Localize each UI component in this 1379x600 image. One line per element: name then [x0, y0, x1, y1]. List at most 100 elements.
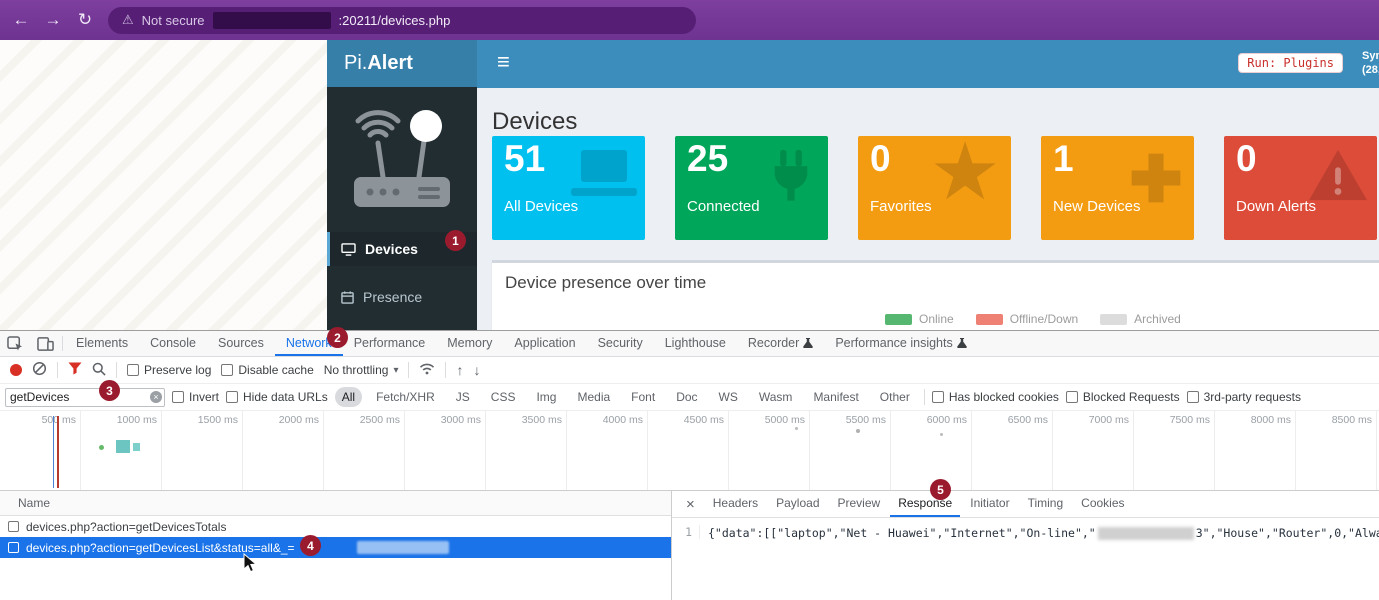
tab-preview[interactable]: Preview: [830, 491, 889, 517]
request-checkbox[interactable]: [8, 542, 19, 553]
request-row-selected[interactable]: devices.php?action=getDevicesList&status…: [0, 537, 671, 558]
checkbox[interactable]: [1187, 391, 1199, 403]
type-filter-fetch-xhr[interactable]: Fetch/XHR: [369, 387, 442, 407]
type-filter-ws[interactable]: WS: [712, 387, 745, 407]
stat-card-favorites[interactable]: 0 Favorites ★: [858, 136, 1011, 240]
close-detail-icon[interactable]: ×: [678, 491, 703, 517]
tab-initiator[interactable]: Initiator: [962, 491, 1017, 517]
tab-lighthouse[interactable]: Lighthouse: [654, 331, 737, 356]
type-filter-font[interactable]: Font: [624, 387, 662, 407]
type-filter-js[interactable]: JS: [449, 387, 477, 407]
timeline-tick: 4000 ms: [567, 411, 648, 490]
third-party-requests-checkbox[interactable]: 3rd-party requests: [1187, 390, 1301, 404]
type-filter-css[interactable]: CSS: [484, 387, 523, 407]
back-button[interactable]: ←: [8, 7, 34, 33]
pialert-sidebar: Pi.Alert Devices Presence: [327, 40, 477, 330]
type-filter-img[interactable]: Img: [529, 387, 563, 407]
clear-filter-icon[interactable]: ×: [150, 391, 162, 403]
requests-table: Name devices.php?action=getDevicesTotals…: [0, 491, 672, 600]
checkbox[interactable]: [172, 391, 184, 403]
brand-logo[interactable]: Pi.Alert: [327, 40, 477, 87]
type-filter-manifest[interactable]: Manifest: [806, 387, 865, 407]
wifi-icon: [419, 363, 435, 375]
stat-card-all-devices[interactable]: 51 All Devices: [492, 136, 645, 240]
tab-timing[interactable]: Timing: [1020, 491, 1072, 517]
import-har-button[interactable]: ↑: [456, 362, 463, 378]
tab-sources[interactable]: Sources: [207, 331, 275, 356]
user-info[interactable]: Sym (28,: [1362, 49, 1379, 77]
network-conditions-button[interactable]: [419, 363, 435, 378]
name-column-header[interactable]: Name: [0, 491, 671, 516]
preserve-log-checkbox[interactable]: Preserve log: [127, 363, 211, 377]
checkbox[interactable]: [221, 364, 233, 376]
checkbox[interactable]: [932, 391, 944, 403]
timeline-tick: 4500 ms: [648, 411, 729, 490]
export-har-button[interactable]: ↓: [473, 362, 480, 378]
sidebar-item-label: Devices: [365, 241, 418, 257]
forward-button[interactable]: →: [40, 7, 66, 33]
type-filter-doc[interactable]: Doc: [669, 387, 704, 407]
network-toolbar: Preserve log Disable cache No throttling…: [0, 357, 1379, 384]
search-button[interactable]: [92, 362, 106, 379]
timeline-tick: 7000 ms: [1053, 411, 1134, 490]
run-plugins-button[interactable]: Run: Plugins: [1238, 53, 1343, 73]
invert-checkbox[interactable]: Invert: [172, 390, 219, 404]
stat-cards-row: 51 All Devices 25 Connected 0 Favorites …: [492, 136, 1377, 240]
tab-payload[interactable]: Payload: [768, 491, 827, 517]
url-text: :20211/devices.php: [339, 13, 451, 28]
tab-performance[interactable]: Performance: [343, 331, 437, 356]
blocked-requests-checkbox[interactable]: Blocked Requests: [1066, 390, 1180, 404]
checkbox[interactable]: [226, 391, 238, 403]
filter-toggle-button[interactable]: [68, 362, 82, 378]
stat-card-down-alerts[interactable]: 0 Down Alerts: [1224, 136, 1377, 240]
stat-card-new-devices[interactable]: 1 New Devices: [1041, 136, 1194, 240]
hamburger-menu-icon[interactable]: ≡: [497, 49, 510, 75]
inspect-element-icon[interactable]: [0, 331, 30, 356]
request-checkbox[interactable]: [8, 521, 19, 532]
filter-input[interactable]: [6, 390, 150, 404]
refresh-button[interactable]: ↻: [72, 7, 98, 33]
tab-console[interactable]: Console: [139, 331, 207, 356]
tab-performance-insights[interactable]: Performance insights: [824, 331, 977, 356]
security-label[interactable]: Not secure: [142, 13, 205, 28]
timeline-tick: 500 ms: [0, 411, 81, 490]
tab-recorder[interactable]: Recorder: [737, 331, 824, 356]
timeline-tick: 3000 ms: [405, 411, 486, 490]
tab-application[interactable]: Application: [503, 331, 586, 356]
user-line-2: (28,: [1362, 63, 1379, 77]
record-button[interactable]: [10, 364, 22, 376]
network-overview-timeline[interactable]: 500 ms 1000 ms 1500 ms 2000 ms 2500 ms 3…: [0, 411, 1379, 491]
checkbox[interactable]: [1066, 391, 1078, 403]
tab-response[interactable]: Response: [890, 491, 960, 517]
request-mark: [856, 429, 860, 433]
tab-label: Performance insights: [835, 336, 952, 350]
clear-button[interactable]: [32, 361, 47, 379]
sidebar-item-presence[interactable]: Presence: [327, 280, 477, 314]
has-blocked-cookies-checkbox[interactable]: Has blocked cookies: [932, 390, 1059, 404]
tab-cookies[interactable]: Cookies: [1073, 491, 1132, 517]
request-row[interactable]: devices.php?action=getDevicesTotals: [0, 516, 671, 537]
hide-data-urls-checkbox[interactable]: Hide data URLs: [226, 390, 328, 404]
step-badge-4: 4: [300, 535, 321, 556]
timeline-tick: 8500 ms: [1296, 411, 1377, 490]
address-bar[interactable]: ⚠ Not secure :20211/devices.php: [108, 7, 696, 34]
type-filter-media[interactable]: Media: [570, 387, 617, 407]
type-filter-other[interactable]: Other: [873, 387, 917, 407]
tab-memory[interactable]: Memory: [436, 331, 503, 356]
request-mark: [99, 445, 104, 450]
request-mark: [116, 440, 130, 453]
response-content[interactable]: 1 {"data":[["laptop","Net - Huawei","Int…: [672, 518, 1379, 600]
tab-headers[interactable]: Headers: [705, 491, 766, 517]
checkbox[interactable]: [127, 364, 139, 376]
checkbox-label: Hide data URLs: [243, 390, 328, 404]
funnel-icon: [68, 362, 82, 375]
disable-cache-checkbox[interactable]: Disable cache: [221, 363, 313, 377]
throttling-select[interactable]: No throttling ▾: [324, 363, 399, 377]
card-value: 25: [687, 138, 728, 180]
tab-security[interactable]: Security: [587, 331, 654, 356]
tab-elements[interactable]: Elements: [65, 331, 139, 356]
device-toolbar-icon[interactable]: [30, 331, 60, 356]
stat-card-connected[interactable]: 25 Connected: [675, 136, 828, 240]
type-filter-wasm[interactable]: Wasm: [752, 387, 800, 407]
type-filter-all[interactable]: All: [335, 387, 362, 407]
